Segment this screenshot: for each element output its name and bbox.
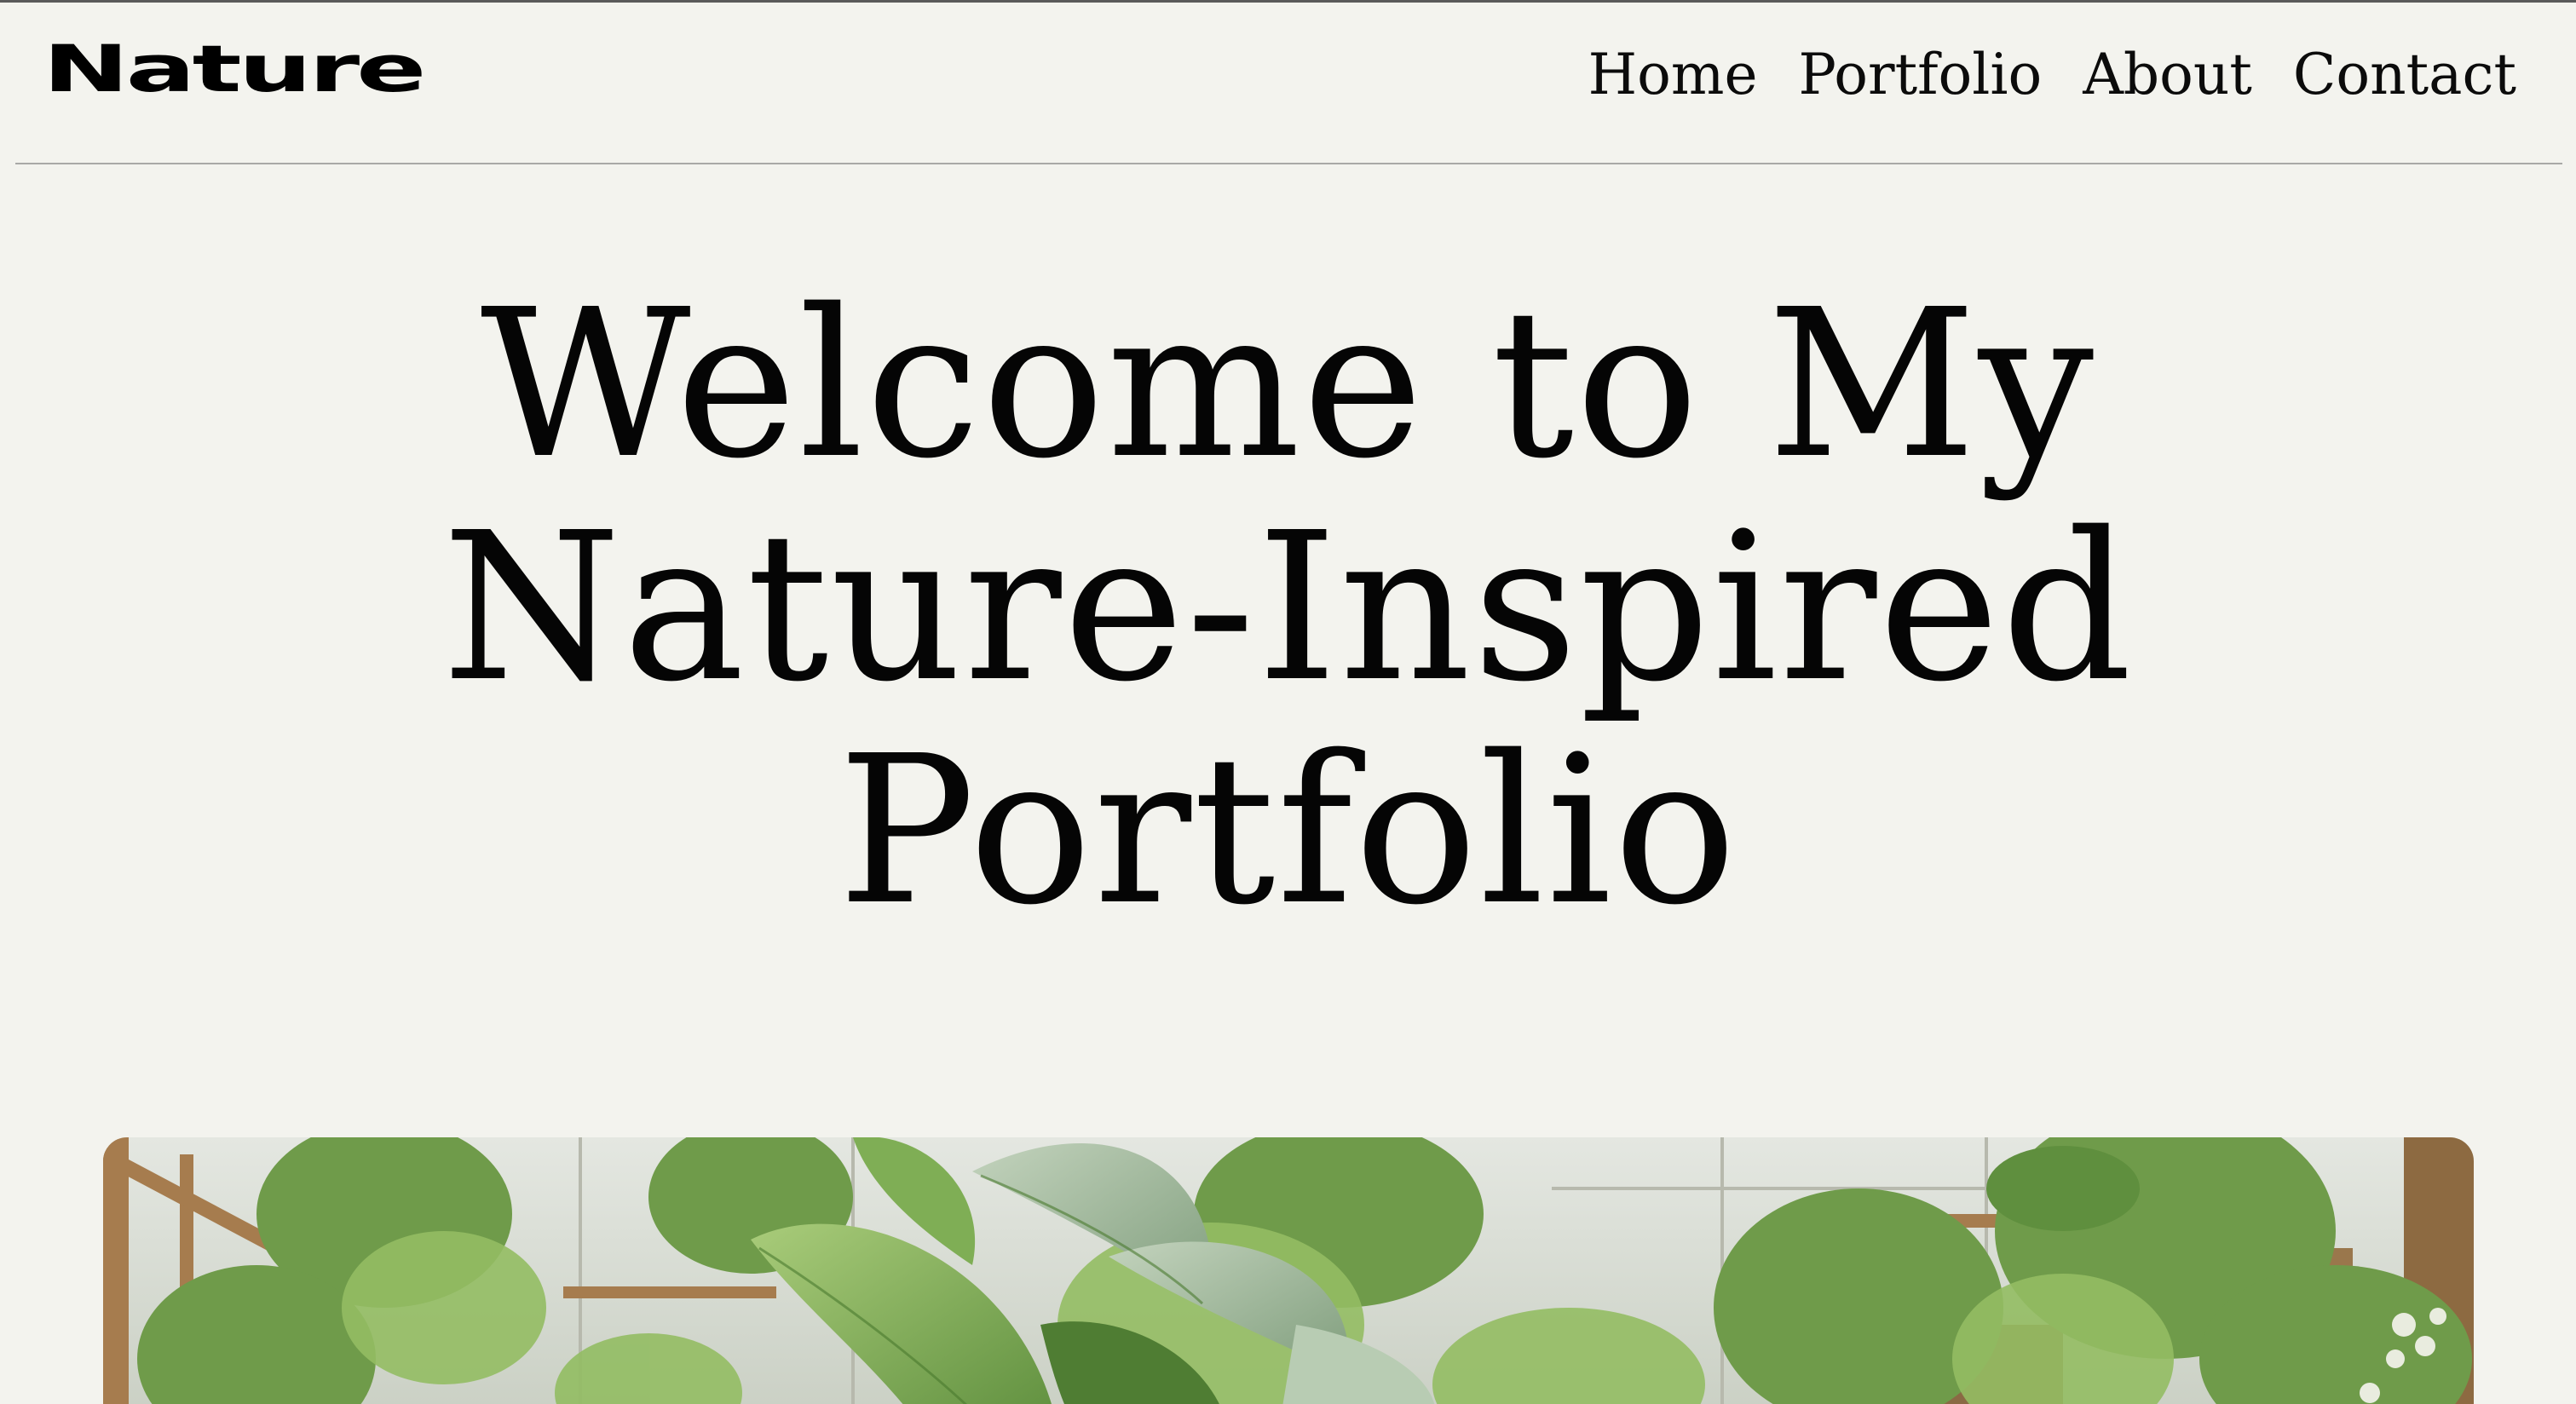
hero-greenhouse-image xyxy=(103,1137,2474,1404)
hero-title: Welcome to My Nature-Inspired Portfolio xyxy=(0,273,2576,942)
nav-link-about[interactable]: About xyxy=(2083,41,2252,108)
nav-link-contact[interactable]: Contact xyxy=(2293,41,2516,108)
hero-title-line-3: Portfolio xyxy=(838,711,1738,950)
nav-link-portfolio[interactable]: Portfolio xyxy=(1799,41,2043,108)
nav-link-home[interactable]: Home xyxy=(1588,41,1758,108)
hero-title-line-1: Welcome to My xyxy=(480,265,2096,503)
header-divider xyxy=(15,163,2562,164)
main-nav: Home Portfolio About Contact xyxy=(1588,41,2516,108)
hero-title-line-2: Nature-Inspired xyxy=(441,488,2135,727)
site-header: Nature Home Portfolio About Contact xyxy=(0,0,2576,165)
site-logo[interactable]: Nature xyxy=(43,37,427,101)
hero-section: Welcome to My Nature-Inspired Portfolio xyxy=(0,273,2576,942)
